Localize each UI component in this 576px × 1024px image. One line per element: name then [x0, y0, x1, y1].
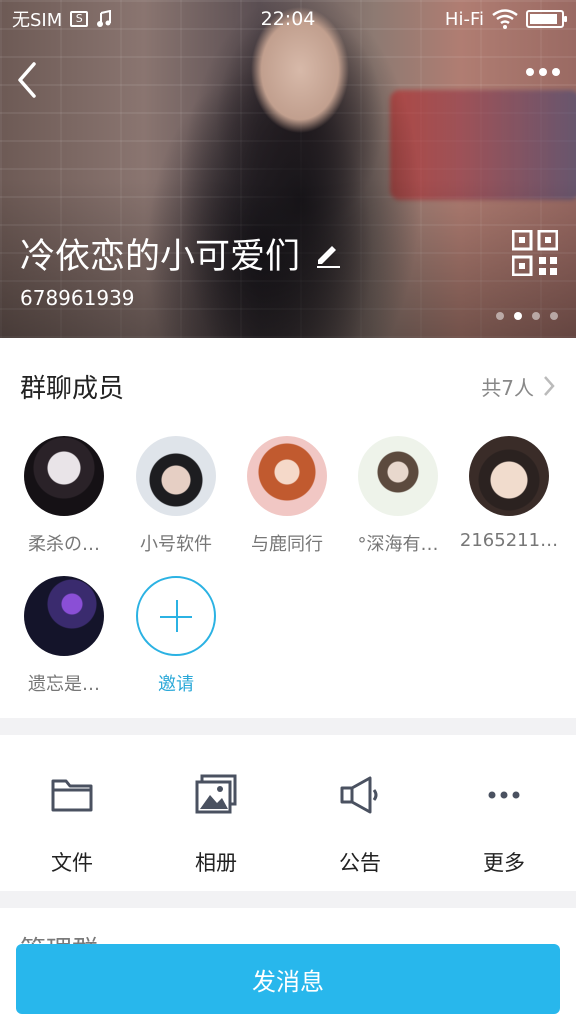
page-dot: [550, 312, 558, 320]
member-name: 遗忘是…: [28, 674, 100, 695]
qr-code-icon[interactable]: [512, 230, 558, 276]
member-count[interactable]: 共7人: [481, 372, 556, 401]
member-name: 小号软件: [140, 534, 212, 555]
clock: 22:04: [260, 8, 316, 30]
member-name: 2165211…: [459, 530, 559, 551]
page-dot: [532, 312, 540, 320]
member-item[interactable]: 柔杀の…: [9, 436, 119, 556]
send-message-button[interactable]: 发消息: [16, 944, 560, 1014]
member-count-label: 共7人: [481, 375, 534, 400]
avatar: [247, 436, 327, 516]
member-item[interactable]: 2165211…: [454, 436, 564, 551]
page-dot-active: [514, 312, 522, 320]
avatar: [136, 436, 216, 516]
cover-page-indicator: [496, 312, 558, 320]
announcement-button[interactable]: 公告: [288, 735, 432, 891]
group-name-row: 冷依恋的小可爱们: [20, 228, 342, 279]
avatar: [24, 436, 104, 516]
chevron-right-icon: [544, 376, 555, 396]
album-label: 相册: [195, 851, 237, 875]
page-dot: [496, 312, 504, 320]
invite-button[interactable]: 邀请: [121, 576, 231, 696]
files-button[interactable]: 文件: [0, 735, 144, 891]
member-name: 与鹿同行: [251, 534, 323, 555]
battery-icon: [526, 10, 567, 28]
invite-label: 邀请: [158, 674, 194, 695]
member-item[interactable]: °深海有…: [343, 436, 453, 556]
more-icon: [488, 791, 520, 799]
back-arrow-icon[interactable]: [14, 60, 42, 100]
album-button[interactable]: 相册: [144, 735, 288, 891]
member-item[interactable]: 与鹿同行: [232, 436, 342, 556]
plus-icon: [136, 576, 216, 656]
album-icon: [195, 774, 237, 814]
members-title: 群聊成员: [20, 373, 125, 404]
members-card: 群聊成员 共7人 柔杀の… 小号软件 与鹿同行 °深海有… 2165211… 遗…: [0, 338, 576, 718]
group-id: 678961939: [20, 286, 135, 310]
announcement-label: 公告: [339, 851, 381, 875]
member-name: °深海有…: [357, 534, 439, 555]
member-name: 柔杀の…: [28, 534, 100, 555]
status-bar: 无SIM S 22:04 Hi-Fi: [0, 0, 576, 38]
function-grid: 文件 相册 公告 更多: [0, 735, 576, 891]
member-item[interactable]: 小号软件: [121, 436, 231, 556]
member-item[interactable]: 遗忘是…: [9, 576, 119, 696]
more-button[interactable]: 更多: [432, 735, 576, 891]
avatar: [469, 436, 549, 516]
folder-icon: [51, 779, 93, 812]
megaphone-icon: [340, 776, 378, 814]
avatar: [358, 436, 438, 516]
files-label: 文件: [51, 851, 93, 875]
more-label: 更多: [483, 851, 525, 875]
edit-pencil-icon[interactable]: [314, 240, 342, 268]
more-options-icon[interactable]: [526, 68, 560, 76]
group-name: 冷依恋的小可爱们: [20, 237, 301, 277]
avatar: [24, 576, 104, 656]
members-header[interactable]: 群聊成员 共7人: [0, 338, 576, 434]
